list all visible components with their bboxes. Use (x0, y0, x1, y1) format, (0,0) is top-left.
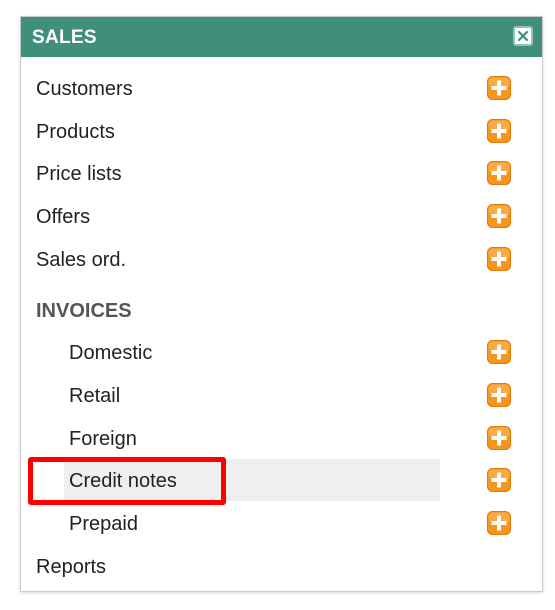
add-icon[interactable] (487, 468, 511, 492)
menu-item-label: Offers (36, 206, 91, 228)
menu-item-label: Credit notes (69, 470, 177, 492)
menu-item-label: Products (36, 121, 115, 143)
menu-item-label: Sales ord. (36, 249, 127, 271)
menu-item-reports[interactable]: Reports (21, 548, 542, 586)
add-icon[interactable] (487, 426, 511, 450)
menu-item-label: Retail (69, 385, 121, 407)
menu-item-offers[interactable]: Offers (21, 198, 542, 236)
section-heading-invoices: INVOICES (36, 300, 132, 322)
menu-item-products[interactable]: Products (21, 113, 542, 151)
panel-header: SALES (21, 17, 542, 57)
menu-item-customers[interactable]: Customers (21, 70, 542, 108)
add-icon[interactable] (487, 161, 511, 185)
add-icon[interactable] (487, 383, 511, 407)
menu-item-prepaid[interactable]: Prepaid (21, 505, 542, 543)
add-icon[interactable] (487, 511, 511, 535)
menu-item-price-lists[interactable]: Price lists (21, 155, 542, 193)
close-icon[interactable] (513, 26, 533, 46)
add-icon[interactable] (487, 204, 511, 228)
panel-title: SALES (32, 27, 97, 48)
add-icon[interactable] (487, 119, 511, 143)
menu-item-sales-orders[interactable]: Sales ord. (21, 241, 542, 279)
menu-item-label: Domestic (69, 342, 153, 364)
menu-item-foreign[interactable]: Foreign (21, 420, 542, 458)
add-icon[interactable] (487, 247, 511, 271)
menu-item-label: Foreign (69, 428, 137, 450)
menu-item-label: Price lists (36, 163, 122, 185)
menu-item-retail[interactable]: Retail (21, 377, 542, 415)
sales-panel: SALES Customers Products Price lists Off… (20, 16, 543, 592)
menu-item-label: Customers (36, 78, 133, 100)
menu-item-label: Prepaid (69, 513, 138, 535)
add-icon[interactable] (487, 340, 511, 364)
menu-item-credit-notes[interactable]: Credit notes (21, 462, 542, 500)
menu-item-label: Reports (36, 556, 107, 578)
add-icon[interactable] (487, 76, 511, 100)
menu-item-domestic[interactable]: Domestic (21, 334, 542, 372)
